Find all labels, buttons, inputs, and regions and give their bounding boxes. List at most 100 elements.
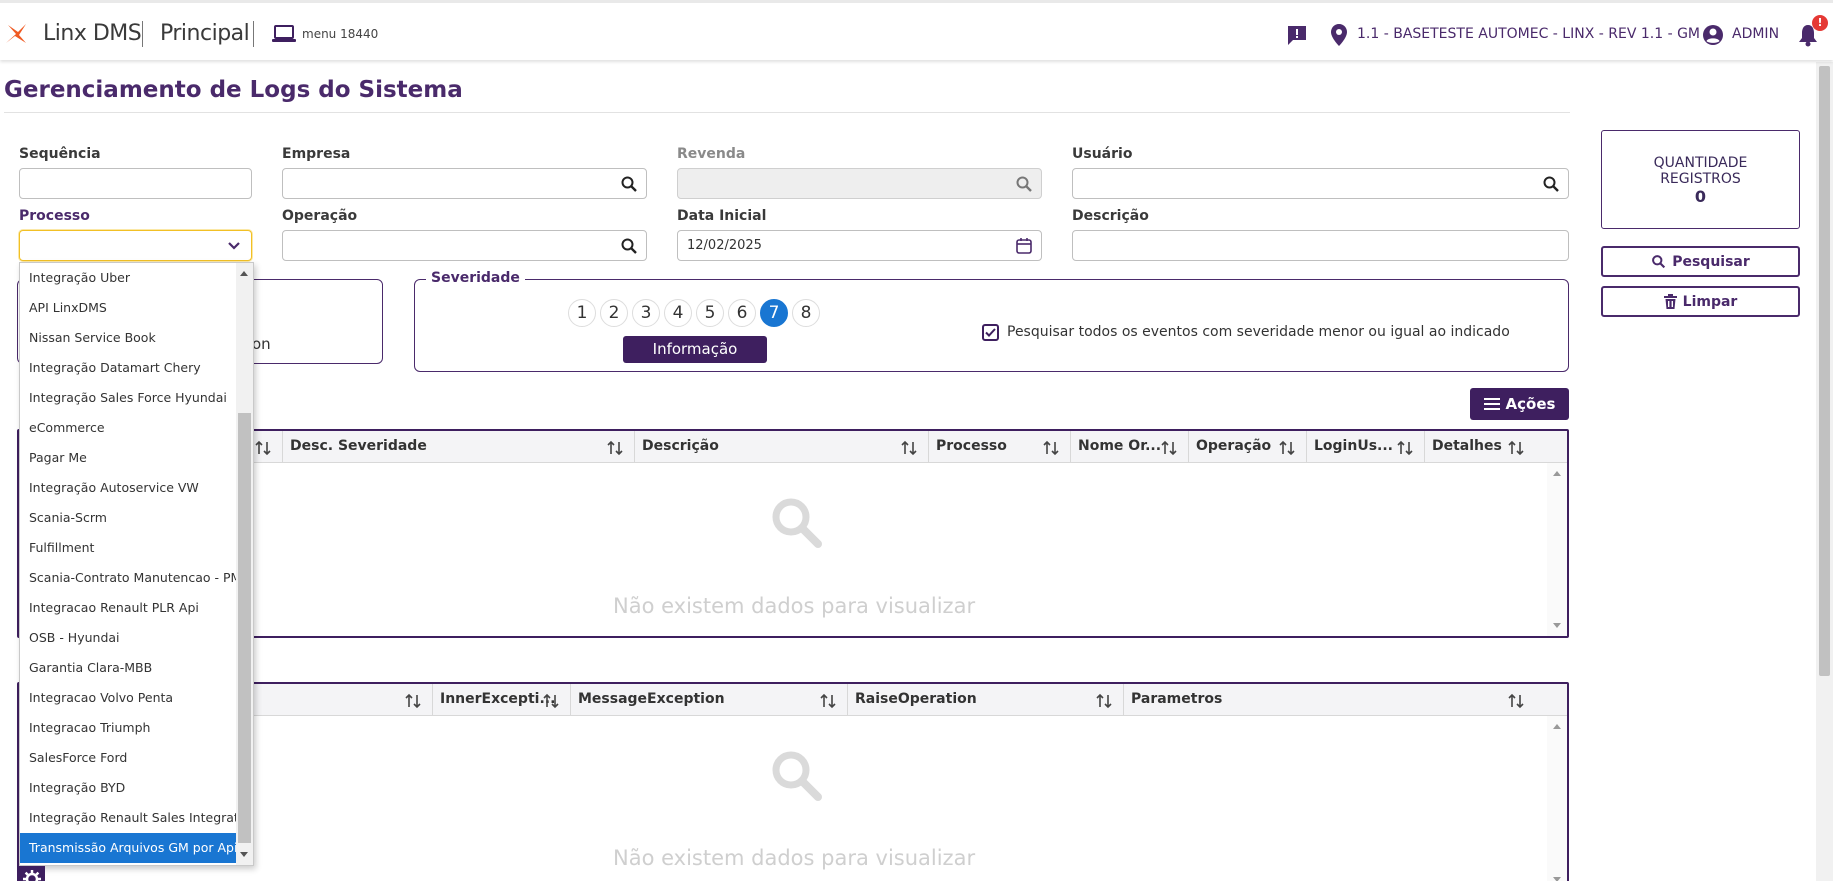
grid-column-login-usuario[interactable]: LoginUs...	[1307, 431, 1425, 463]
dealer-selector[interactable]: 1.1 - BASETESTE AUTOMEC - LINX - REV 1.1…	[1357, 26, 1700, 42]
dropdown-scrollbar[interactable]	[236, 263, 253, 865]
processo-option[interactable]: Fulfillment	[20, 533, 236, 563]
processo-option[interactable]: Pagar Me	[20, 443, 236, 473]
grid-column-inner-exception[interactable]: InnerExcepti...	[433, 684, 571, 716]
empresa-input[interactable]	[283, 169, 606, 198]
grid-column-processo[interactable]: Processo	[929, 431, 1071, 463]
severity-level-1[interactable]: 1	[568, 299, 596, 327]
sequencia-field[interactable]	[19, 168, 252, 199]
descricao-field[interactable]	[1072, 230, 1569, 261]
exceptions-grid-scrollbar[interactable]	[1547, 716, 1567, 881]
processo-option[interactable]: Integração Autoservice VW	[20, 473, 236, 503]
descricao-input[interactable]	[1073, 231, 1528, 260]
sort-icon[interactable]	[1278, 439, 1296, 457]
usuario-input[interactable]	[1073, 169, 1528, 198]
operacao-field[interactable]	[282, 230, 647, 261]
sort-icon[interactable]	[404, 692, 422, 710]
processo-select[interactable]	[19, 230, 252, 261]
laptop-icon[interactable]	[272, 25, 296, 43]
sort-icon[interactable]	[1507, 692, 1525, 710]
sort-icon[interactable]	[900, 439, 918, 457]
processo-option[interactable]: Nissan Service Book	[20, 323, 236, 353]
operacao-input[interactable]	[283, 231, 606, 260]
processo-option[interactable]: API LinxDMS	[20, 293, 236, 323]
data-inicial-field[interactable]	[677, 230, 1042, 261]
scroll-down-arrow[interactable]	[1553, 623, 1561, 628]
processo-option[interactable]: Integração Sales Force Hyundai	[20, 383, 236, 413]
grid-column-descricao[interactable]: Descrição	[635, 431, 929, 463]
usuario-field[interactable]	[1072, 168, 1569, 199]
severity-level-2[interactable]: 2	[600, 299, 628, 327]
sort-icon[interactable]	[1160, 439, 1178, 457]
severity-lte-label[interactable]: Pesquisar todos os eventos com severidad…	[1007, 324, 1510, 340]
processo-option[interactable]: Scania-Contrato Manutencao - PMS	[20, 563, 236, 593]
search-icon[interactable]	[620, 175, 638, 193]
logs-grid-scrollbar[interactable]	[1547, 463, 1567, 636]
search-icon[interactable]	[1542, 175, 1560, 193]
grid-column-parametros[interactable]: Parametros	[1124, 684, 1535, 716]
scroll-up-arrow[interactable]	[1553, 724, 1561, 729]
data-inicial-input[interactable]	[678, 231, 1001, 260]
processo-option[interactable]: Integração Uber	[20, 263, 236, 293]
severity-level-5[interactable]: 5	[696, 299, 724, 327]
dropdown-scrollbar-thumb[interactable]	[238, 413, 251, 843]
processo-input[interactable]	[20, 231, 211, 260]
sort-icon[interactable]	[542, 692, 560, 710]
grid-column-nome-origem[interactable]: Nome Or...	[1071, 431, 1189, 463]
actions-button[interactable]: Ações	[1470, 388, 1569, 420]
processo-option[interactable]: Garantia Clara-MBB	[20, 653, 236, 683]
location-pin-icon[interactable]	[1330, 23, 1348, 47]
grid-column-desc-severidade[interactable]: Desc. Severidade	[283, 431, 635, 463]
processo-option[interactable]: Integracao Volvo Penta	[20, 683, 236, 713]
processo-option[interactable]: eCommerce	[20, 413, 236, 443]
sort-icon[interactable]	[1095, 692, 1113, 710]
calendar-icon[interactable]	[1015, 237, 1033, 255]
grid-column-operacao[interactable]: Operação	[1189, 431, 1307, 463]
processo-option[interactable]: Integração Datamart Chery	[20, 353, 236, 383]
severity-level-6[interactable]: 6	[728, 299, 756, 327]
processo-option[interactable]: OSB - Hyundai	[20, 623, 236, 653]
processo-option[interactable]: Integracao Renault PLR Api	[20, 593, 236, 623]
sort-icon[interactable]	[1042, 439, 1060, 457]
severity-lte-checkbox[interactable]	[982, 324, 999, 341]
scroll-down-arrow[interactable]	[1553, 877, 1561, 881]
linx-logo-icon[interactable]	[4, 23, 28, 45]
clear-button[interactable]: Limpar	[1601, 286, 1800, 317]
chevron-down-icon[interactable]	[225, 237, 243, 255]
grid-column-message-exception[interactable]: MessageException	[571, 684, 848, 716]
severity-level-8[interactable]: 8	[792, 299, 820, 327]
processo-option-selected[interactable]: Transmissão Arquivos GM por Api	[20, 833, 236, 863]
search-icon	[1016, 176, 1032, 192]
scroll-down-arrow[interactable]	[240, 852, 248, 857]
sort-icon[interactable]	[1396, 439, 1414, 457]
processo-option[interactable]: Scania-Scrm	[20, 503, 236, 533]
severity-level-3[interactable]: 3	[632, 299, 660, 327]
severity-level-7[interactable]: 7	[760, 299, 788, 327]
page-scrollbar-thumb[interactable]	[1819, 66, 1830, 676]
sort-icon[interactable]	[606, 439, 624, 457]
app-name[interactable]: Linx DMS	[43, 21, 142, 46]
scroll-up-arrow[interactable]	[240, 271, 248, 276]
sort-icon[interactable]	[1507, 439, 1525, 457]
empresa-field[interactable]	[282, 168, 647, 199]
notification-badge[interactable]: !	[1812, 15, 1828, 31]
processo-option[interactable]: Integracao Triumph	[20, 713, 236, 743]
search-button[interactable]: Pesquisar	[1601, 246, 1800, 277]
grid-column-raise-operation[interactable]: RaiseOperation	[848, 684, 1124, 716]
search-icon[interactable]	[620, 237, 638, 255]
settings-button[interactable]	[19, 866, 45, 881]
empty-state-text: Não existem dados para visualizar	[613, 846, 976, 870]
processo-option[interactable]: Integração Renault Sales Integration	[20, 803, 236, 833]
severity-level-4[interactable]: 4	[664, 299, 692, 327]
user-account-icon[interactable]	[1702, 23, 1724, 47]
sort-icon[interactable]	[819, 692, 837, 710]
scroll-up-arrow[interactable]	[1553, 471, 1561, 476]
feedback-icon[interactable]	[1286, 23, 1308, 47]
sort-icon[interactable]	[254, 439, 272, 457]
user-name[interactable]: ADMIN	[1732, 26, 1779, 42]
sequencia-input[interactable]	[20, 169, 211, 198]
processo-dropdown-list[interactable]: Integração Uber API LinxDMS Nissan Servi…	[19, 262, 254, 866]
processo-option[interactable]: SalesForce Ford	[20, 743, 236, 773]
processo-option[interactable]: Integração BYD	[20, 773, 236, 803]
grid-column-detalhes[interactable]: Detalhes	[1425, 431, 1535, 463]
